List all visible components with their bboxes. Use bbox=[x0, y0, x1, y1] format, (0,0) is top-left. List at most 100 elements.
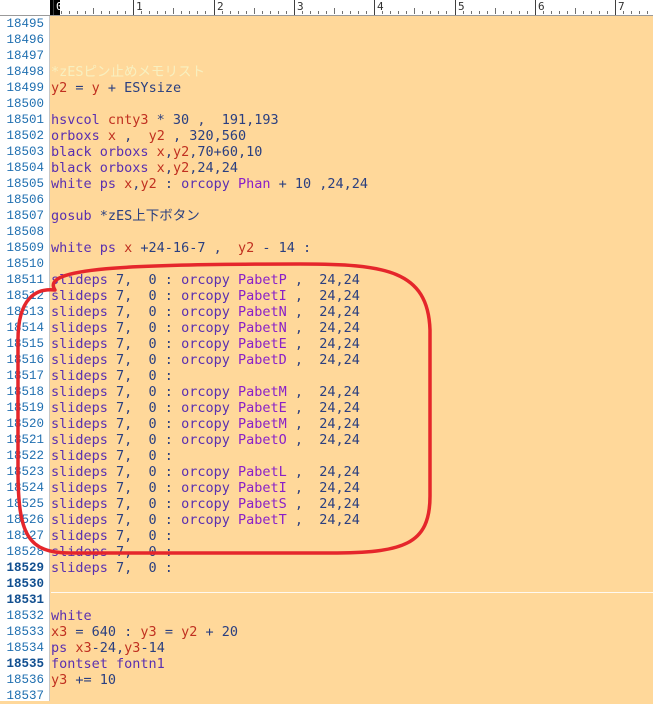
ruler-minor-tick bbox=[599, 11, 600, 14]
line-number: 18535 bbox=[6, 657, 44, 671]
code-token: slideps bbox=[51, 288, 117, 304]
code-line[interactable]: 18528 slideps 7, 0 : bbox=[0, 544, 653, 560]
ruler-minor-tick bbox=[326, 11, 327, 14]
line-number: 18520 bbox=[6, 417, 44, 431]
line-number: 18526 bbox=[6, 513, 44, 527]
code-text: hsvcol cnty3 * 30 , 191,193 bbox=[51, 112, 279, 128]
code-line[interactable]: 18526 slideps 7, 0 : orcopy PabetT , 24,2… bbox=[0, 512, 653, 528]
line-number: 18516 bbox=[6, 353, 44, 367]
code-token: orboxs bbox=[51, 128, 108, 144]
code-line[interactable]: 18536 y3 += 10 bbox=[0, 672, 653, 688]
code-line[interactable]: 18513 slideps 7, 0 : orcopy PabetN , 24,2… bbox=[0, 304, 653, 320]
code-line[interactable]: 18525 slideps 7, 0 : orcopy PabetS , 24,2… bbox=[0, 496, 653, 512]
code-line[interactable]: 18503 black orboxs x,y2,70+60,10 bbox=[0, 144, 653, 160]
code-line[interactable]: 18524 slideps 7, 0 : orcopy PabetI , 24,2… bbox=[0, 480, 653, 496]
code-line[interactable]: 18527 slideps 7, 0 : bbox=[0, 528, 653, 544]
code-text: slideps 7, 0 : bbox=[51, 544, 173, 560]
code-token: , 320,560 bbox=[164, 128, 247, 144]
code-line[interactable]: 18533 x3 = 640 : y3 = y2 + 20 bbox=[0, 624, 653, 640]
ruler-major-tick bbox=[133, 0, 134, 15]
code-line[interactable]: 18535 fontset fontn1 bbox=[0, 656, 653, 672]
code-token: orcopy bbox=[181, 416, 238, 432]
code-token: *zES上下ボタン bbox=[99, 208, 200, 224]
line-number: 18500 bbox=[6, 97, 44, 111]
ruler-minor-tick bbox=[117, 11, 118, 14]
code-line[interactable]: 18516 slideps 7, 0 : orcopy PabetD , 24,2… bbox=[0, 352, 653, 368]
ruler-minor-tick bbox=[607, 11, 608, 14]
code-text: slideps 7, 0 : orcopy PabetO , 24,24 bbox=[51, 432, 360, 448]
code-text: slideps 7, 0 : bbox=[51, 560, 173, 576]
code-token: orcopy bbox=[181, 352, 238, 368]
code-line[interactable]: 18514 slideps 7, 0 : orcopy PabetN , 24,2… bbox=[0, 320, 653, 336]
code-token: slideps bbox=[51, 384, 117, 400]
code-line[interactable]: 18515 slideps 7, 0 : orcopy PabetE , 24,2… bbox=[0, 336, 653, 352]
code-line[interactable]: 18504 black orboxs x,y2,24,24 bbox=[0, 160, 653, 176]
code-line[interactable]: 18511 slideps 7, 0 : orcopy PabetP , 24,2… bbox=[0, 272, 653, 288]
code-line[interactable]: 18505 white ps x,y2 : orcopy Phan + 10 ,2… bbox=[0, 176, 653, 192]
code-line[interactable]: 18534 ps x3-24,y3-14 bbox=[0, 640, 653, 656]
code-token: Phan bbox=[238, 176, 271, 192]
code-token: PabetO bbox=[237, 432, 287, 448]
code-token: + 20 bbox=[197, 624, 238, 640]
code-line[interactable]: 18509 white ps x +24-16-7 , y2 - 14 : bbox=[0, 240, 653, 256]
code-line[interactable]: 18495 bbox=[0, 16, 653, 32]
code-token: slideps bbox=[51, 352, 117, 368]
code-line[interactable]: 18529 slideps 7, 0 : bbox=[0, 560, 653, 576]
code-text: slideps 7, 0 : orcopy PabetN , 24,24 bbox=[51, 320, 360, 336]
ruler-minor-tick bbox=[125, 11, 126, 14]
line-number: 18497 bbox=[6, 49, 44, 63]
code-line[interactable]: 18501 hsvcol cnty3 * 30 , 191,193 bbox=[0, 112, 653, 128]
line-number: 18529 bbox=[6, 561, 44, 575]
code-line[interactable]: 18506 bbox=[0, 192, 653, 208]
ruler-minor-tick bbox=[382, 11, 383, 14]
code-line[interactable]: 18508 bbox=[0, 224, 653, 240]
code-token: white ps bbox=[51, 240, 125, 256]
code-line[interactable]: 18500 bbox=[0, 96, 653, 112]
code-line[interactable]: 18523 slideps 7, 0 : orcopy PabetL , 24,2… bbox=[0, 464, 653, 480]
code-line[interactable]: 18521 slideps 7, 0 : orcopy PabetO , 24,2… bbox=[0, 432, 653, 448]
code-token: slideps bbox=[51, 400, 117, 416]
code-token: , 24,24 bbox=[286, 352, 360, 368]
code-line[interactable]: 18507 gosub *zES上下ボタン bbox=[0, 208, 653, 224]
code-token: , 24,24 bbox=[286, 416, 360, 432]
code-line[interactable]: 18502 orboxs x , y2 , 320,560 bbox=[0, 128, 653, 144]
code-line[interactable]: 18498 *zESピン止めメモリスト bbox=[0, 64, 653, 80]
code-token: black orboxs bbox=[51, 160, 157, 176]
code-token: slideps bbox=[51, 544, 117, 560]
code-editor[interactable]: 18495 18496 18497 18498 *zESピン止めメモリスト 18499 y2… bbox=[0, 16, 653, 704]
code-line[interactable]: 18496 bbox=[0, 32, 653, 48]
code-line[interactable]: 18537 bbox=[0, 688, 653, 704]
code-token: PabetD bbox=[237, 352, 287, 368]
code-line[interactable]: 18530 bbox=[0, 576, 653, 592]
ruler-minor-tick bbox=[390, 11, 391, 14]
code-line[interactable]: 18499 y2 = y + ESYsize bbox=[0, 80, 653, 96]
code-line[interactable]: 18517 slideps 7, 0 : bbox=[0, 368, 653, 384]
code-line[interactable]: 18519 slideps 7, 0 : orcopy PabetE , 24,2… bbox=[0, 400, 653, 416]
ruler-minor-tick bbox=[157, 11, 158, 14]
code-line[interactable]: 18522 slideps 7, 0 : bbox=[0, 448, 653, 464]
line-number: 18508 bbox=[6, 225, 44, 239]
ruler-minor-tick bbox=[141, 11, 142, 14]
line-number: 18495 bbox=[6, 17, 44, 31]
code-line[interactable]: 18497 bbox=[0, 48, 653, 64]
code-line[interactable]: 18518 slideps 7, 0 : orcopy PabetM , 24,2… bbox=[0, 384, 653, 400]
code-line[interactable]: 18531 bbox=[0, 592, 653, 608]
code-line[interactable]: 18512 slideps 7, 0 : orcopy PabetI , 24,2… bbox=[0, 288, 653, 304]
code-token: orcopy bbox=[181, 464, 238, 480]
code-token: orcopy bbox=[181, 304, 238, 320]
ruler-minor-tick bbox=[430, 11, 431, 14]
line-number: 18518 bbox=[6, 385, 44, 399]
code-line[interactable]: 18520 slideps 7, 0 : orcopy PabetM , 24,2… bbox=[0, 416, 653, 432]
code-token: 7, 0 : bbox=[116, 544, 173, 560]
ruler-minor-tick bbox=[310, 11, 311, 14]
ruler-major-tick bbox=[615, 0, 616, 15]
ruler-minor-tick bbox=[197, 11, 198, 14]
code-token: orcopy bbox=[181, 432, 238, 448]
code-token: slideps bbox=[51, 416, 117, 432]
code-text: white ps x,y2 : orcopy Phan + 10 ,24,24 bbox=[51, 176, 368, 192]
code-line[interactable]: 18510 bbox=[0, 256, 653, 272]
ruler-minor-tick bbox=[495, 8, 496, 14]
code-token: PabetI bbox=[237, 288, 287, 304]
code-line[interactable]: 18532 white bbox=[0, 608, 653, 624]
line-number: 18533 bbox=[6, 625, 44, 639]
